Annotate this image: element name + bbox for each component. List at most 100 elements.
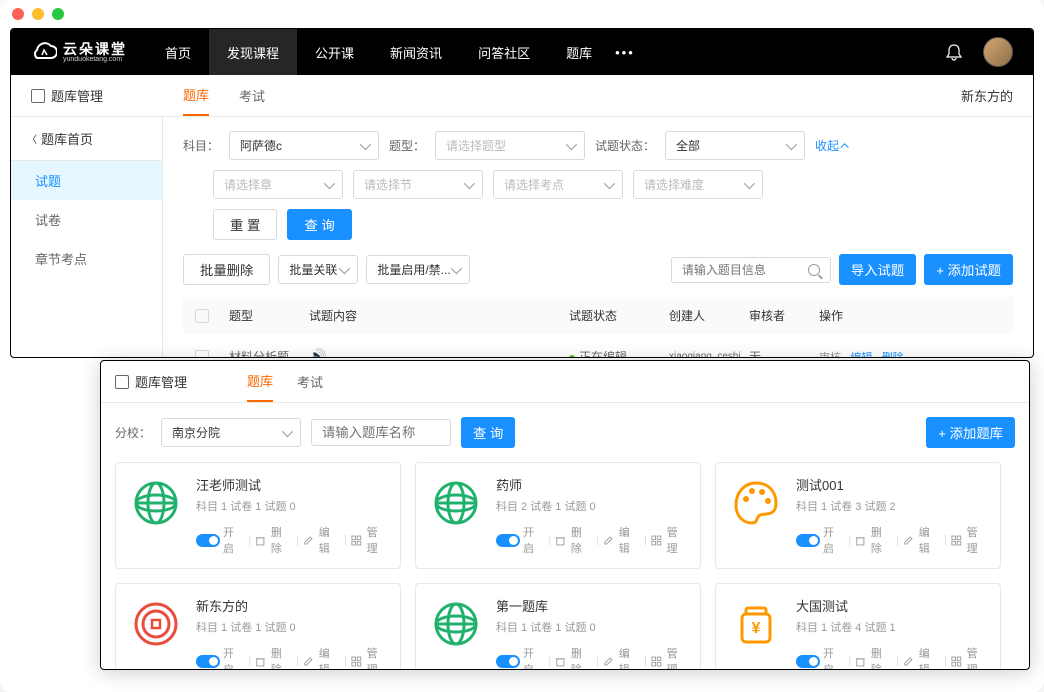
sidebar-item[interactable]: 章节考点	[11, 239, 162, 278]
tab[interactable]: 考试	[297, 361, 323, 402]
manage-link[interactable]: 管理	[667, 645, 688, 670]
bulk-toggle-select[interactable]: 批量启用/禁...	[366, 255, 469, 284]
cell-content: 🔊	[309, 348, 569, 357]
select-all-checkbox[interactable]	[195, 309, 209, 323]
edit-link[interactable]: 编辑	[619, 645, 640, 670]
search-input[interactable]	[682, 263, 802, 277]
col-action: 操作	[819, 307, 1001, 324]
bank-card[interactable]: 新东方的 科目 1 试卷 1 试题 0 开启 | 删除 | 编辑 | 管理	[115, 583, 401, 670]
win2-header: 题库管理 题库考试	[101, 361, 1029, 403]
card-meta: 科目 1 试卷 1 试题 0	[196, 498, 388, 514]
col-type: 题型	[229, 307, 309, 324]
manage-link[interactable]: 管理	[967, 645, 988, 670]
sidebar-back[interactable]: 〈 题库首页	[11, 117, 162, 161]
minimize-icon[interactable]	[32, 8, 44, 20]
delete-link[interactable]: 删除	[271, 524, 292, 556]
bank-card[interactable]: 汪老师测试 科目 1 试卷 1 试题 0 开启 | 删除 | 编辑 | 管理	[115, 462, 401, 569]
col-content: 试题内容	[309, 307, 569, 324]
chevron-down-icon	[324, 177, 335, 188]
bank-card[interactable]: 第一题库 科目 1 试卷 1 试题 0 开启 | 删除 | 编辑 | 管理	[415, 583, 701, 670]
chevron-down-icon	[744, 177, 755, 188]
bank-search-input[interactable]	[311, 419, 451, 446]
query-button[interactable]: 查 询	[287, 209, 351, 240]
import-button[interactable]: 导入试题	[839, 254, 916, 285]
chevron-down-icon	[786, 138, 797, 149]
nav-item[interactable]: 问答社区	[460, 29, 548, 75]
add-question-button[interactable]: + 添加试题	[924, 254, 1013, 285]
open-label: 开启	[823, 524, 844, 556]
manage-link[interactable]: 管理	[367, 524, 388, 556]
branch-select[interactable]: 南京分院	[161, 418, 301, 447]
status-select[interactable]: 全部	[665, 131, 805, 160]
row-checkbox[interactable]	[195, 350, 209, 358]
manage-link[interactable]: 管理	[367, 645, 388, 670]
nav-item[interactable]: 新闻资讯	[372, 29, 460, 75]
delete-link[interactable]: 删除	[271, 645, 292, 670]
delete-link[interactable]: 删除	[571, 645, 592, 670]
search-box[interactable]	[671, 257, 831, 283]
chapter-select[interactable]: 请选择章	[213, 170, 343, 199]
toggle-switch[interactable]	[796, 655, 820, 668]
card-actions: 开启 | 删除 | 编辑 | 管理	[496, 645, 688, 670]
grid-icon	[351, 656, 362, 667]
toggle-switch[interactable]	[196, 655, 220, 668]
tab[interactable]: 题库	[247, 361, 273, 402]
sidebar-item[interactable]: 试卷	[11, 200, 162, 239]
card-actions: 开启 | 删除 | 编辑 | 管理	[796, 524, 988, 556]
query2-button[interactable]: 查 询	[461, 417, 515, 448]
close-icon[interactable]	[12, 8, 24, 20]
delete-link[interactable]: 删除	[871, 524, 892, 556]
sidebar-item[interactable]: 试题	[11, 161, 162, 200]
type-select[interactable]: 请选择题型	[435, 131, 585, 160]
edit-link[interactable]: 编辑	[850, 352, 872, 358]
bank-card[interactable]: 测试001 科目 1 试卷 3 试题 2 开启 | 删除 | 编辑 | 管理	[715, 462, 1001, 569]
edit-link[interactable]: 编辑	[919, 645, 940, 670]
difficulty-select[interactable]: 请选择难度	[633, 170, 763, 199]
bell-icon[interactable]	[945, 43, 963, 61]
delete-link[interactable]: 删除	[882, 352, 904, 358]
maximize-icon[interactable]	[52, 8, 64, 20]
cell-type: 材料分析题	[229, 348, 309, 357]
edit-link[interactable]: 编辑	[319, 524, 340, 556]
manage-link[interactable]: 管理	[967, 524, 988, 556]
manage-link[interactable]: 管理	[667, 524, 688, 556]
bank-card[interactable]: ¥ 大国测试 科目 1 试卷 4 试题 1 开启 | 删除 | 编辑 | 管理	[715, 583, 1001, 670]
point-select[interactable]: 请选择考点	[493, 170, 623, 199]
card-actions: 开启 | 删除 | 编辑 | 管理	[496, 524, 688, 556]
trash-icon	[555, 656, 566, 667]
window-main: 云朵课堂 yunduoketang.com 首页发现课程公开课新闻资讯问答社区题…	[10, 28, 1034, 358]
toggle-switch[interactable]	[196, 534, 220, 547]
bank-card[interactable]: 药师 科目 2 试卷 1 试题 0 开启 | 删除 | 编辑 | 管理	[415, 462, 701, 569]
nav-item[interactable]: 公开课	[297, 29, 372, 75]
toggle-switch[interactable]	[496, 534, 520, 547]
delete-link[interactable]: 删除	[571, 524, 592, 556]
nav-item[interactable]: 题库	[548, 29, 610, 75]
section-select[interactable]: 请选择节	[353, 170, 483, 199]
edit-link[interactable]: 编辑	[619, 524, 640, 556]
chevron-down-icon	[450, 262, 461, 273]
bulk-delete-button[interactable]: 批量删除	[183, 254, 270, 285]
add-bank-button[interactable]: + 添加题库	[926, 417, 1015, 448]
toggle-switch[interactable]	[796, 534, 820, 547]
nav-item[interactable]: 首页	[147, 29, 209, 75]
nav-more-icon[interactable]: •••	[615, 45, 635, 60]
reset-button[interactable]: 重 置	[213, 209, 277, 240]
tab[interactable]: 考试	[239, 75, 265, 116]
status-label: 试题状态：	[595, 137, 655, 154]
bulk-link-select[interactable]: 批量关联	[278, 255, 358, 284]
logo[interactable]: 云朵课堂 yunduoketang.com	[31, 40, 127, 64]
edit-link[interactable]: 编辑	[319, 645, 340, 670]
page-title: 题库管理	[51, 86, 103, 105]
subject-select[interactable]: 阿萨德c	[229, 131, 379, 160]
content: 科目： 阿萨德c 题型： 请选择题型 试题状态： 全部 收起	[163, 117, 1033, 357]
collapse-link[interactable]: 收起	[815, 137, 849, 154]
toggle-switch[interactable]	[496, 655, 520, 668]
delete-link[interactable]: 删除	[871, 645, 892, 670]
chevron-down-icon	[282, 425, 293, 436]
avatar[interactable]	[983, 37, 1013, 67]
nav-item[interactable]: 发现课程	[209, 29, 297, 75]
edit-link[interactable]: 编辑	[919, 524, 940, 556]
col-reviewer: 审核者	[749, 307, 819, 324]
tab[interactable]: 题库	[183, 75, 209, 116]
review-link[interactable]: 审核	[819, 352, 841, 358]
